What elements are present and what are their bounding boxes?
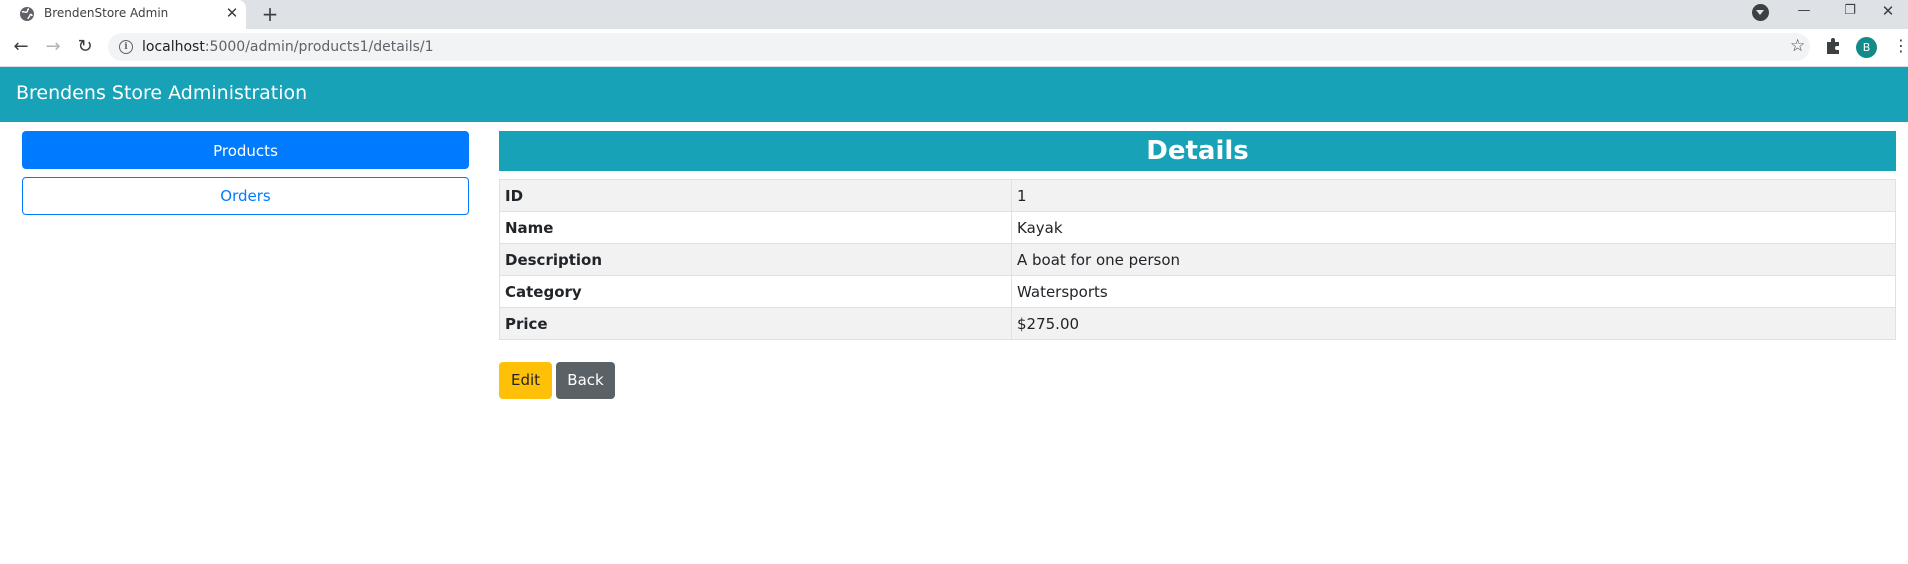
close-icon[interactable]: ✕ [223, 4, 241, 22]
orders-button[interactable]: Orders [22, 177, 469, 215]
tab-search-icon[interactable] [1752, 4, 1769, 21]
star-icon[interactable]: ☆ [1790, 36, 1805, 56]
products-button[interactable]: Products [22, 131, 469, 169]
extensions-puzzle-icon[interactable] [1824, 36, 1842, 56]
menu-kebab-icon[interactable]: ⋮ [1893, 36, 1908, 55]
globe-icon [20, 7, 34, 21]
forward-arrow-icon[interactable]: → [42, 36, 64, 58]
row-label: Category [499, 275, 1012, 308]
browser-tab[interactable]: BrendenStore Admin ✕ [0, 0, 246, 29]
browser-toolbar: ← → ↻ i localhost:5000/admin/products1/d… [0, 29, 1908, 67]
row-label: Price [499, 307, 1012, 340]
table-row: ID 1 [499, 179, 1896, 212]
window-close-icon[interactable]: ✕ [1868, 0, 1908, 22]
minimize-icon[interactable]: — [1784, 0, 1824, 22]
row-label: ID [499, 179, 1012, 212]
url-host: localhost [142, 39, 205, 55]
table-row: Name Kayak [499, 211, 1896, 244]
table-row: Category Watersports [499, 275, 1896, 308]
brand-title: Brendens Store Administration [16, 82, 308, 104]
table-row: Price $275.00 [499, 307, 1896, 340]
address-bar[interactable]: i localhost:5000/admin/products1/details… [108, 33, 1810, 61]
url-path: :5000/admin/products1/details/1 [204, 39, 434, 55]
edit-button[interactable]: Edit [499, 362, 552, 399]
app-navbar: Brendens Store Administration [0, 67, 1908, 122]
tab-title: BrendenStore Admin [44, 6, 169, 20]
plus-icon[interactable]: + [258, 2, 282, 26]
row-value: A boat for one person [1011, 243, 1896, 276]
table-row: Description A boat for one person [499, 243, 1896, 276]
row-value: Kayak [1011, 211, 1896, 244]
back-arrow-icon[interactable]: ← [10, 36, 32, 58]
url-text[interactable]: localhost:5000/admin/products1/details/1 [142, 39, 434, 55]
profile-avatar[interactable]: B [1856, 37, 1877, 58]
reload-icon[interactable]: ↻ [74, 36, 96, 58]
row-label: Name [499, 211, 1012, 244]
details-heading: Details [499, 131, 1896, 171]
back-button[interactable]: Back [556, 362, 615, 399]
info-icon[interactable]: i [119, 40, 133, 54]
row-label: Description [499, 243, 1012, 276]
row-value: Watersports [1011, 275, 1896, 308]
browser-tabstrip: BrendenStore Admin ✕ + — ❐ ✕ [0, 0, 1908, 29]
row-value: 1 [1011, 179, 1896, 212]
restore-icon[interactable]: ❐ [1830, 0, 1870, 22]
details-table: ID 1 Name Kayak Description A boat for o… [499, 179, 1896, 340]
row-value: $275.00 [1011, 307, 1896, 340]
